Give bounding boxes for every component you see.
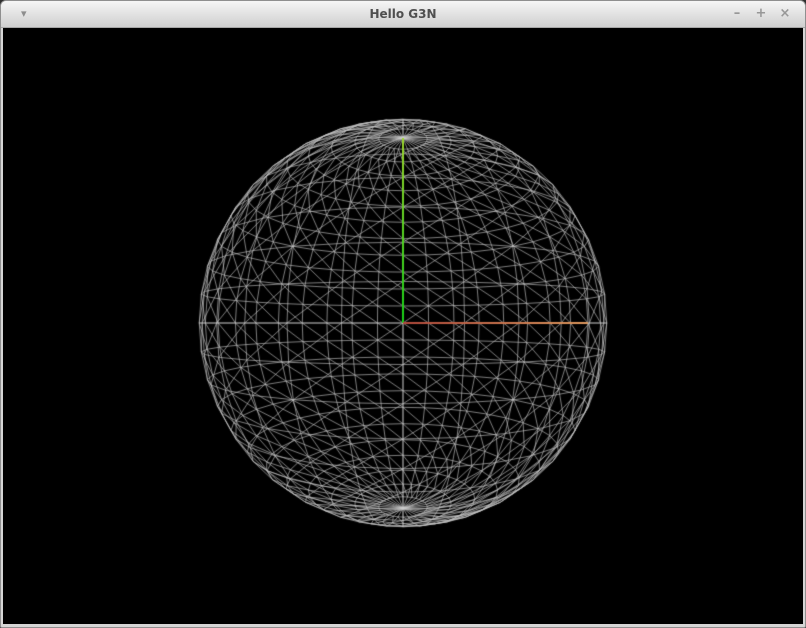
app-window: ▾ Hello G3N – + × — [0, 0, 806, 628]
close-button[interactable]: × — [775, 1, 795, 27]
window-title: Hello G3N — [1, 1, 805, 27]
window-controls: – + × — [727, 1, 795, 27]
window-content-frame — [1, 28, 805, 627]
titlebar[interactable]: ▾ Hello G3N – + × — [1, 1, 805, 28]
3d-viewport[interactable] — [3, 28, 803, 624]
minimize-button[interactable]: – — [727, 1, 747, 27]
maximize-button[interactable]: + — [751, 1, 771, 27]
viewport-canvas[interactable] — [3, 28, 803, 624]
